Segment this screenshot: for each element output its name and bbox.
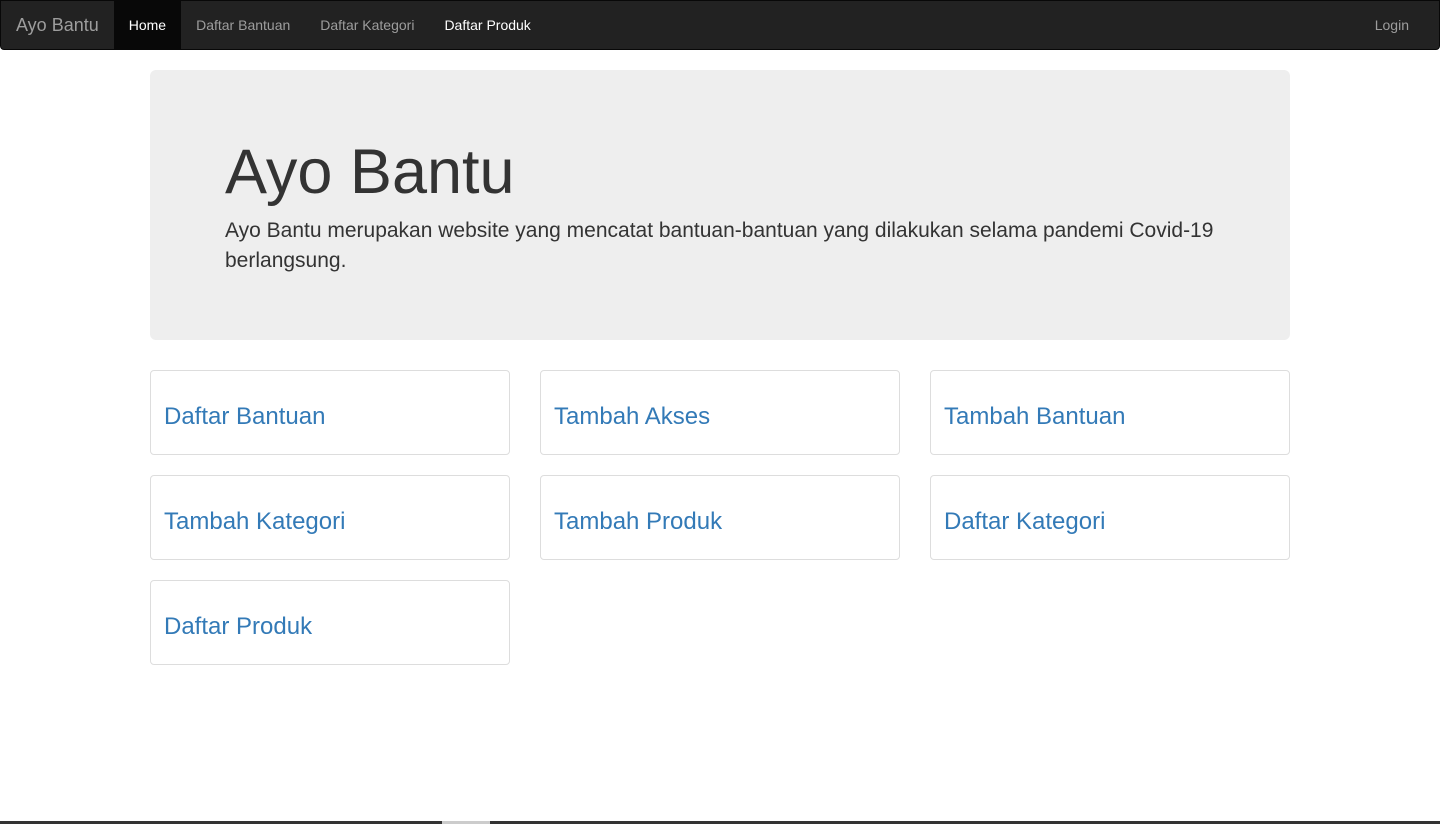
card-daftar-kategori[interactable]: Daftar Kategori [930, 475, 1290, 560]
card-link-tambah-produk[interactable]: Tambah Produk [554, 508, 722, 536]
card-daftar-produk[interactable]: Daftar Produk [150, 580, 510, 665]
login-link[interactable]: Login [1360, 1, 1424, 49]
nav-right: Login [1360, 1, 1439, 49]
card-link-tambah-akses[interactable]: Tambah Akses [554, 403, 710, 431]
navbar-brand[interactable]: Ayo Bantu [1, 1, 114, 49]
top-navbar: Ayo Bantu Home Daftar Bantuan Daftar Kat… [0, 0, 1440, 50]
card-link-daftar-produk[interactable]: Daftar Produk [164, 613, 312, 641]
page-description: Ayo Bantu merupakan website yang mencata… [225, 219, 1214, 272]
card-tambah-akses[interactable]: Tambah Akses [540, 370, 900, 455]
card-daftar-bantuan[interactable]: Daftar Bantuan [150, 370, 510, 455]
jumbotron: Ayo Bantu Ayo Bantu merupakan website ya… [150, 70, 1290, 340]
nav-link-daftar-produk[interactable]: Daftar Produk [429, 1, 545, 49]
card-grid: Daftar Bantuan Tambah Akses Tambah Bantu… [150, 370, 1290, 665]
card-link-tambah-bantuan[interactable]: Tambah Bantuan [944, 403, 1125, 431]
card-tambah-produk[interactable]: Tambah Produk [540, 475, 900, 560]
card-link-tambah-kategori[interactable]: Tambah Kategori [164, 508, 345, 536]
card-link-daftar-kategori[interactable]: Daftar Kategori [944, 508, 1105, 536]
card-link-daftar-bantuan[interactable]: Daftar Bantuan [164, 403, 325, 431]
card-tambah-kategori[interactable]: Tambah Kategori [150, 475, 510, 560]
page-title: Ayo Bantu [225, 137, 515, 207]
card-tambah-bantuan[interactable]: Tambah Bantuan [930, 370, 1290, 455]
nav-link-home[interactable]: Home [113, 1, 182, 49]
nav-links: Home Daftar Bantuan Daftar Kategori Daft… [113, 1, 546, 49]
nav-link-daftar-kategori[interactable]: Daftar Kategori [305, 1, 429, 49]
main-container: Ayo Bantu Ayo Bantu merupakan website ya… [150, 70, 1290, 665]
nav-link-daftar-bantuan[interactable]: Daftar Bantuan [181, 1, 305, 49]
